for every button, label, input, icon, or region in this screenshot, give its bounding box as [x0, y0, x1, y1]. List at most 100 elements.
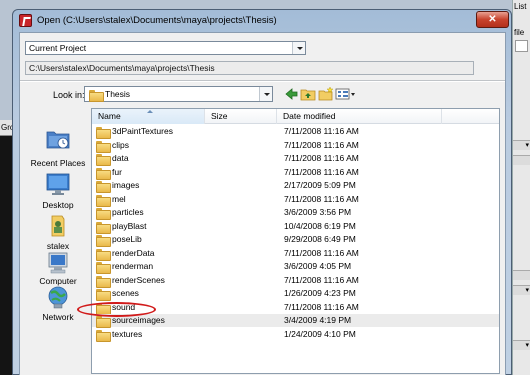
column-header-label: Name [98, 111, 121, 121]
file-name: renderData [112, 247, 155, 258]
dropdown-arrow-button[interactable] [259, 87, 272, 101]
column-header-date[interactable]: Date modified [277, 109, 442, 124]
file-name: scenes [112, 288, 139, 298]
place-recent-places[interactable]: Recent Places [25, 126, 91, 170]
views-menu-icon [335, 88, 355, 100]
close-button[interactable]: ✕ [476, 11, 509, 28]
background-right-row: ▾ [513, 340, 530, 350]
open-dialog: Open (C:\Users\stalex\Documents\maya\pro… [12, 9, 512, 375]
file-date: 9/29/2008 6:49 PM [284, 234, 356, 244]
back-arrow-icon [285, 88, 298, 100]
place-label: stalex [46, 241, 70, 251]
file-date: 1/26/2009 4:23 PM [284, 288, 356, 298]
list-item[interactable]: poseLib 9/29/2008 6:49 PM [92, 233, 499, 247]
file-date: 7/11/2008 11:16 AM [284, 126, 359, 136]
background-right-field [515, 40, 528, 52]
column-header-row: Name Size Date modified [92, 109, 499, 124]
up-one-level-button[interactable] [300, 86, 316, 102]
computer-icon [48, 252, 68, 274]
back-button[interactable] [285, 86, 298, 102]
sort-ascending-icon [147, 110, 153, 113]
file-name: 3dPaintTextures [112, 126, 173, 136]
file-name: images [112, 180, 140, 190]
file-date: 10/4/2008 6:19 PM [284, 220, 356, 231]
close-icon: ✕ [488, 14, 497, 25]
place-label: Recent Places [30, 158, 86, 168]
recent-places-icon [46, 131, 70, 149]
background-right-row: ▾ [513, 140, 530, 150]
look-in-dropdown[interactable]: Thesis [84, 86, 273, 102]
title-bar[interactable]: Open (C:\Users\stalex\Documents\maya\pro… [13, 10, 511, 32]
dropdown-arrow-button[interactable] [292, 42, 305, 54]
folder-icon [96, 275, 111, 288]
divider [20, 80, 505, 82]
list-item[interactable]: scenes 1/26/2009 4:23 PM [92, 287, 499, 301]
list-item[interactable]: textures 1/24/2009 4:10 PM [92, 328, 499, 342]
chevron-down-icon [297, 47, 303, 50]
file-date: 7/11/2008 11:16 AM [284, 301, 359, 312]
column-header-label: Date modified [283, 111, 336, 121]
list-item[interactable]: 3dPaintTextures 7/11/2008 11:16 AM [92, 125, 499, 139]
project-dropdown-value: Current Project [29, 43, 87, 53]
file-date: 2/17/2009 5:09 PM [284, 180, 356, 190]
file-name: playBlast [112, 220, 147, 231]
file-date: 7/11/2008 11:16 AM [284, 193, 359, 204]
file-date: 3/4/2009 4:19 PM [284, 315, 352, 325]
file-name: textures [112, 328, 143, 339]
chevron-down-icon [264, 93, 270, 96]
file-name: poseLib [112, 234, 142, 244]
annotation-circle [77, 302, 156, 317]
place-label: Network [42, 312, 74, 322]
list-item[interactable]: fur 7/11/2008 11:16 AM [92, 166, 499, 180]
file-list[interactable]: Name Size Date modified 3dPaintTextures 7… [91, 108, 500, 374]
folder-icon [96, 208, 111, 220]
new-folder-icon [318, 86, 334, 101]
folder-icon [96, 140, 111, 153]
list-item[interactable]: mel 7/11/2008 11:16 AM [92, 193, 499, 207]
folder-icon [96, 289, 111, 301]
path-field[interactable]: C:\Users\stalex\Documents\maya\projects\… [25, 61, 474, 75]
file-date: 3/6/2009 3:56 PM [284, 207, 352, 217]
list-item[interactable]: renderScenes 7/11/2008 11:16 AM [92, 274, 499, 288]
background-right-label: file [514, 28, 525, 37]
up-folder-icon [300, 89, 316, 101]
desktop-icon [46, 173, 70, 195]
list-item[interactable]: data 7/11/2008 11:16 AM [92, 152, 499, 166]
folder-icon [96, 235, 111, 247]
folder-icon [96, 316, 111, 328]
list-item[interactable]: renderData 7/11/2008 11:16 AM [92, 247, 499, 261]
file-date: 7/11/2008 11:16 AM [284, 274, 359, 285]
folder-icon [96, 329, 111, 342]
column-header-size[interactable]: Size [205, 109, 277, 124]
place-desktop[interactable]: Desktop [25, 172, 91, 212]
new-folder-button[interactable] [318, 86, 334, 102]
project-dropdown[interactable]: Current Project [25, 41, 306, 55]
list-item[interactable]: playBlast 10/4/2008 6:19 PM [92, 220, 499, 234]
folder-icon [96, 181, 111, 193]
file-date: 7/11/2008 11:16 AM [284, 166, 359, 177]
list-item[interactable]: particles 3/6/2009 3:56 PM [92, 206, 499, 220]
place-label: Desktop [42, 200, 74, 210]
column-header-name[interactable]: Name [92, 109, 205, 124]
network-icon [48, 286, 68, 309]
file-date: 1/24/2009 4:10 PM [284, 328, 356, 339]
list-item[interactable]: renderman 3/6/2009 4:05 PM [92, 260, 499, 274]
list-item-highlighted[interactable]: sourceimages 3/4/2009 4:19 PM [92, 314, 499, 328]
background-panel-label: Gro [1, 123, 12, 132]
folder-icon [96, 248, 111, 261]
list-item[interactable]: clips 7/11/2008 11:16 AM [92, 139, 499, 153]
file-date: 7/11/2008 11:16 AM [284, 139, 359, 150]
places-bar: Recent Places Desktop stalex Computer Ne… [25, 108, 91, 375]
look-in-value: Thesis [105, 89, 131, 99]
background-right-panel: List file ▾ ▾ ▾ [512, 0, 530, 375]
folder-icon [96, 194, 111, 207]
list-item[interactable]: images 2/17/2009 5:09 PM [92, 179, 499, 193]
folder-icon [89, 90, 104, 102]
path-field-value: C:\Users\stalex\Documents\maya\projects\… [29, 63, 215, 73]
file-name: fur [112, 166, 122, 177]
background-right-row [513, 155, 530, 165]
maya-app-icon [19, 14, 32, 27]
place-user[interactable]: stalex [25, 213, 91, 253]
views-menu-button[interactable] [335, 86, 357, 102]
file-name: clips [112, 139, 130, 150]
